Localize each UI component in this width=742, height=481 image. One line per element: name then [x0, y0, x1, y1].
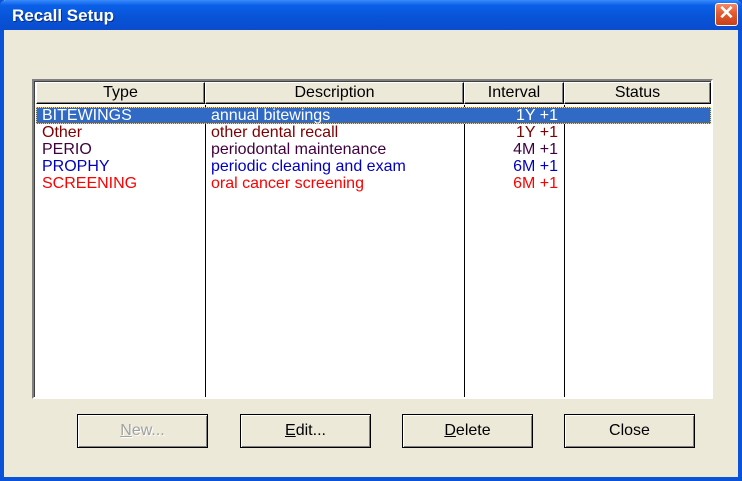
cell-interval: 6M +1	[513, 175, 558, 192]
cell-description: periodic cleaning and exam	[211, 158, 406, 175]
new-button-accelerator: N	[120, 422, 132, 439]
cell-interval: 1Y +1	[516, 107, 558, 124]
list-item[interactable]: PROPHY periodic cleaning and exam 6M +1	[36, 158, 711, 175]
edit-button[interactable]: Edit...	[240, 414, 371, 448]
close-icon[interactable]: ✕	[715, 3, 738, 26]
cell-type: SCREENING	[42, 175, 138, 192]
edit-button-label: dit...	[295, 422, 326, 439]
cell-interval: 4M +1	[513, 141, 558, 158]
cell-type: Other	[42, 124, 83, 141]
cell-interval: 6M +1	[513, 158, 558, 175]
list-item[interactable]: SCREENING oral cancer screening 6M +1	[36, 175, 711, 192]
edit-button-accelerator: E	[285, 422, 296, 439]
list-item[interactable]: Other other dental recall 1Y +1	[36, 124, 711, 141]
column-header-type[interactable]: Type	[36, 82, 205, 104]
list-item[interactable]: PERIO periodontal maintenance 4M +1	[36, 141, 711, 158]
title-bar[interactable]: Recall Setup ✕	[0, 0, 742, 30]
cell-description: annual bitewings	[211, 107, 331, 124]
column-header-interval[interactable]: Interval	[464, 82, 564, 104]
cell-type: PERIO	[42, 141, 92, 158]
list-item[interactable]: BITEWINGS annual bitewings 1Y +1	[36, 107, 711, 124]
column-header-status[interactable]: Status	[564, 82, 711, 104]
cell-type: PROPHY	[42, 158, 110, 175]
list-header: Type Description Interval Status	[36, 82, 711, 104]
delete-button-label: elete	[455, 422, 491, 439]
cell-description: periodontal maintenance	[211, 141, 387, 158]
new-button-label: ew...	[131, 422, 165, 439]
column-header-description[interactable]: Description	[205, 82, 464, 104]
cell-interval: 1Y +1	[516, 124, 558, 141]
delete-button[interactable]: Delete	[402, 414, 533, 448]
cell-type: BITEWINGS	[42, 107, 132, 124]
close-button[interactable]: Close	[564, 414, 695, 448]
cell-description: other dental recall	[211, 124, 339, 141]
window-title: Recall Setup	[12, 6, 115, 25]
new-button[interactable]: New...	[77, 414, 208, 448]
delete-button-accelerator: D	[444, 422, 456, 439]
recall-type-list[interactable]: Type Description Interval Status BITEWIN…	[32, 79, 713, 399]
cell-description: oral cancer screening	[211, 175, 364, 192]
